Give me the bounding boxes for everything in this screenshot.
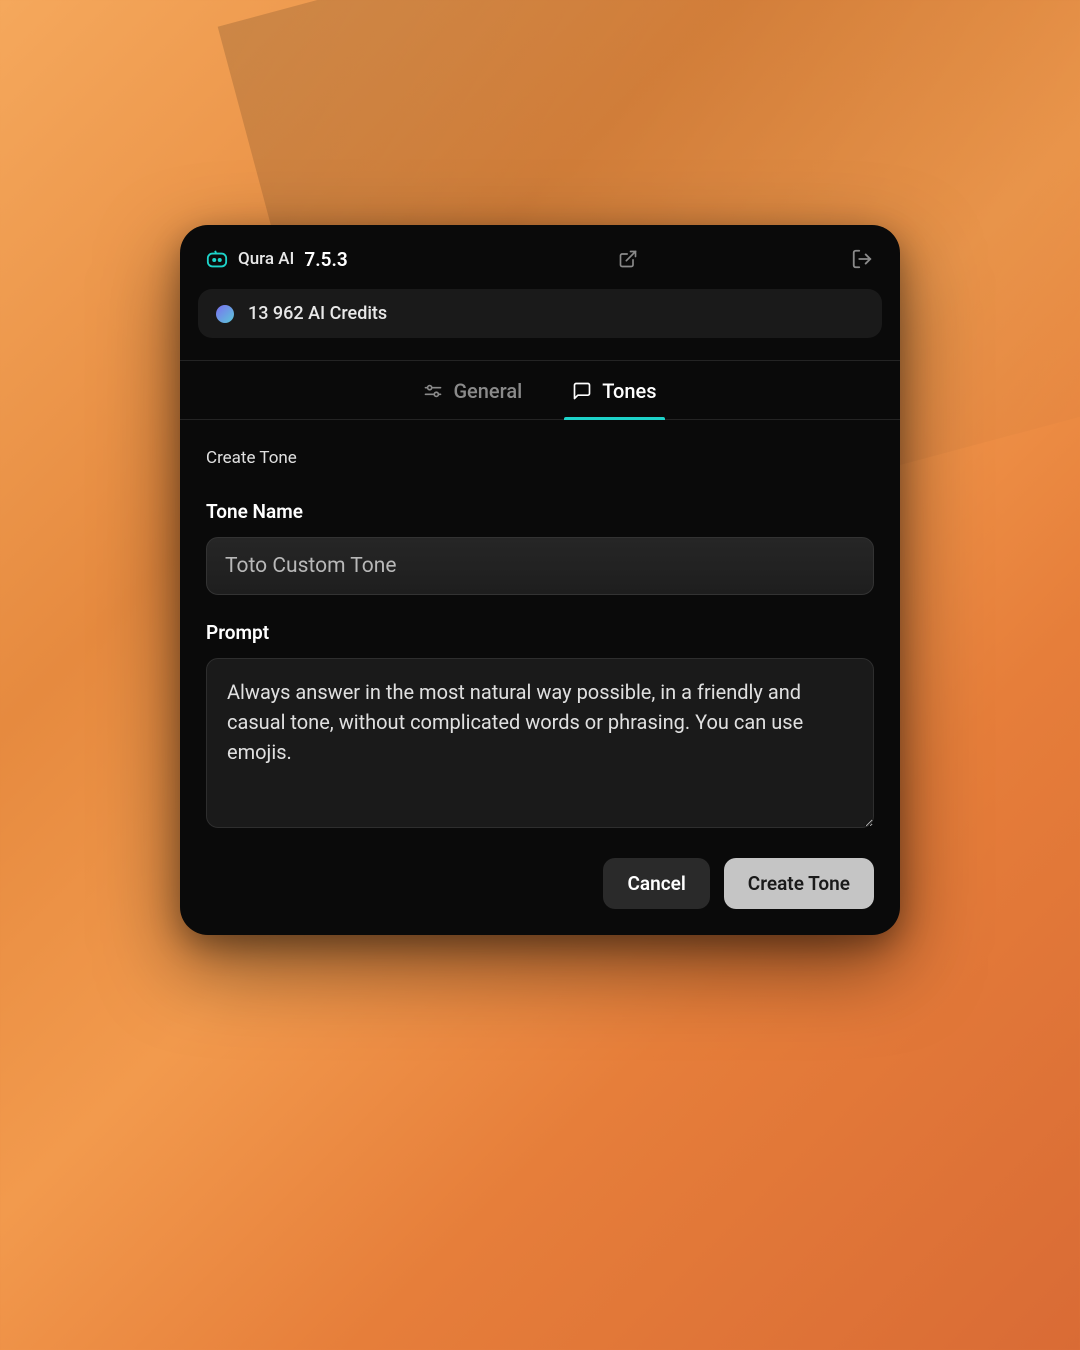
section-title: Create Tone (206, 448, 874, 468)
tone-name-input[interactable] (206, 537, 874, 595)
tab-general-label: General (453, 379, 522, 403)
credits-text: 13 962 AI Credits (248, 303, 387, 324)
app-name: Qura AI (238, 249, 294, 269)
external-link-icon[interactable] (616, 247, 640, 271)
prompt-field: Prompt (206, 621, 874, 832)
tabs: General Tones (180, 361, 900, 420)
tab-tones-label: Tones (602, 379, 656, 403)
logout-icon[interactable] (850, 247, 874, 271)
sliders-icon (423, 381, 443, 401)
tab-tones[interactable]: Tones (572, 379, 656, 419)
chat-icon (572, 381, 592, 401)
content: Create Tone Tone Name Prompt Cancel Crea… (180, 420, 900, 935)
prompt-label: Prompt (206, 621, 874, 644)
header: Qura AI 7.5.3 (180, 225, 900, 289)
app-version: 7.5.3 (304, 248, 347, 271)
tone-name-label: Tone Name (206, 500, 874, 523)
button-row: Cancel Create Tone (206, 858, 874, 909)
credits-dot-icon (216, 305, 234, 323)
create-tone-button[interactable]: Create Tone (724, 858, 874, 909)
settings-window: Qura AI 7.5.3 13 962 AI Credits (180, 225, 900, 935)
app-logo-icon (206, 249, 228, 269)
tone-name-field: Tone Name (206, 500, 874, 595)
tab-general[interactable]: General (423, 379, 522, 419)
credits-bar[interactable]: 13 962 AI Credits (198, 289, 882, 338)
cancel-button[interactable]: Cancel (603, 858, 709, 909)
prompt-input[interactable] (206, 658, 874, 828)
